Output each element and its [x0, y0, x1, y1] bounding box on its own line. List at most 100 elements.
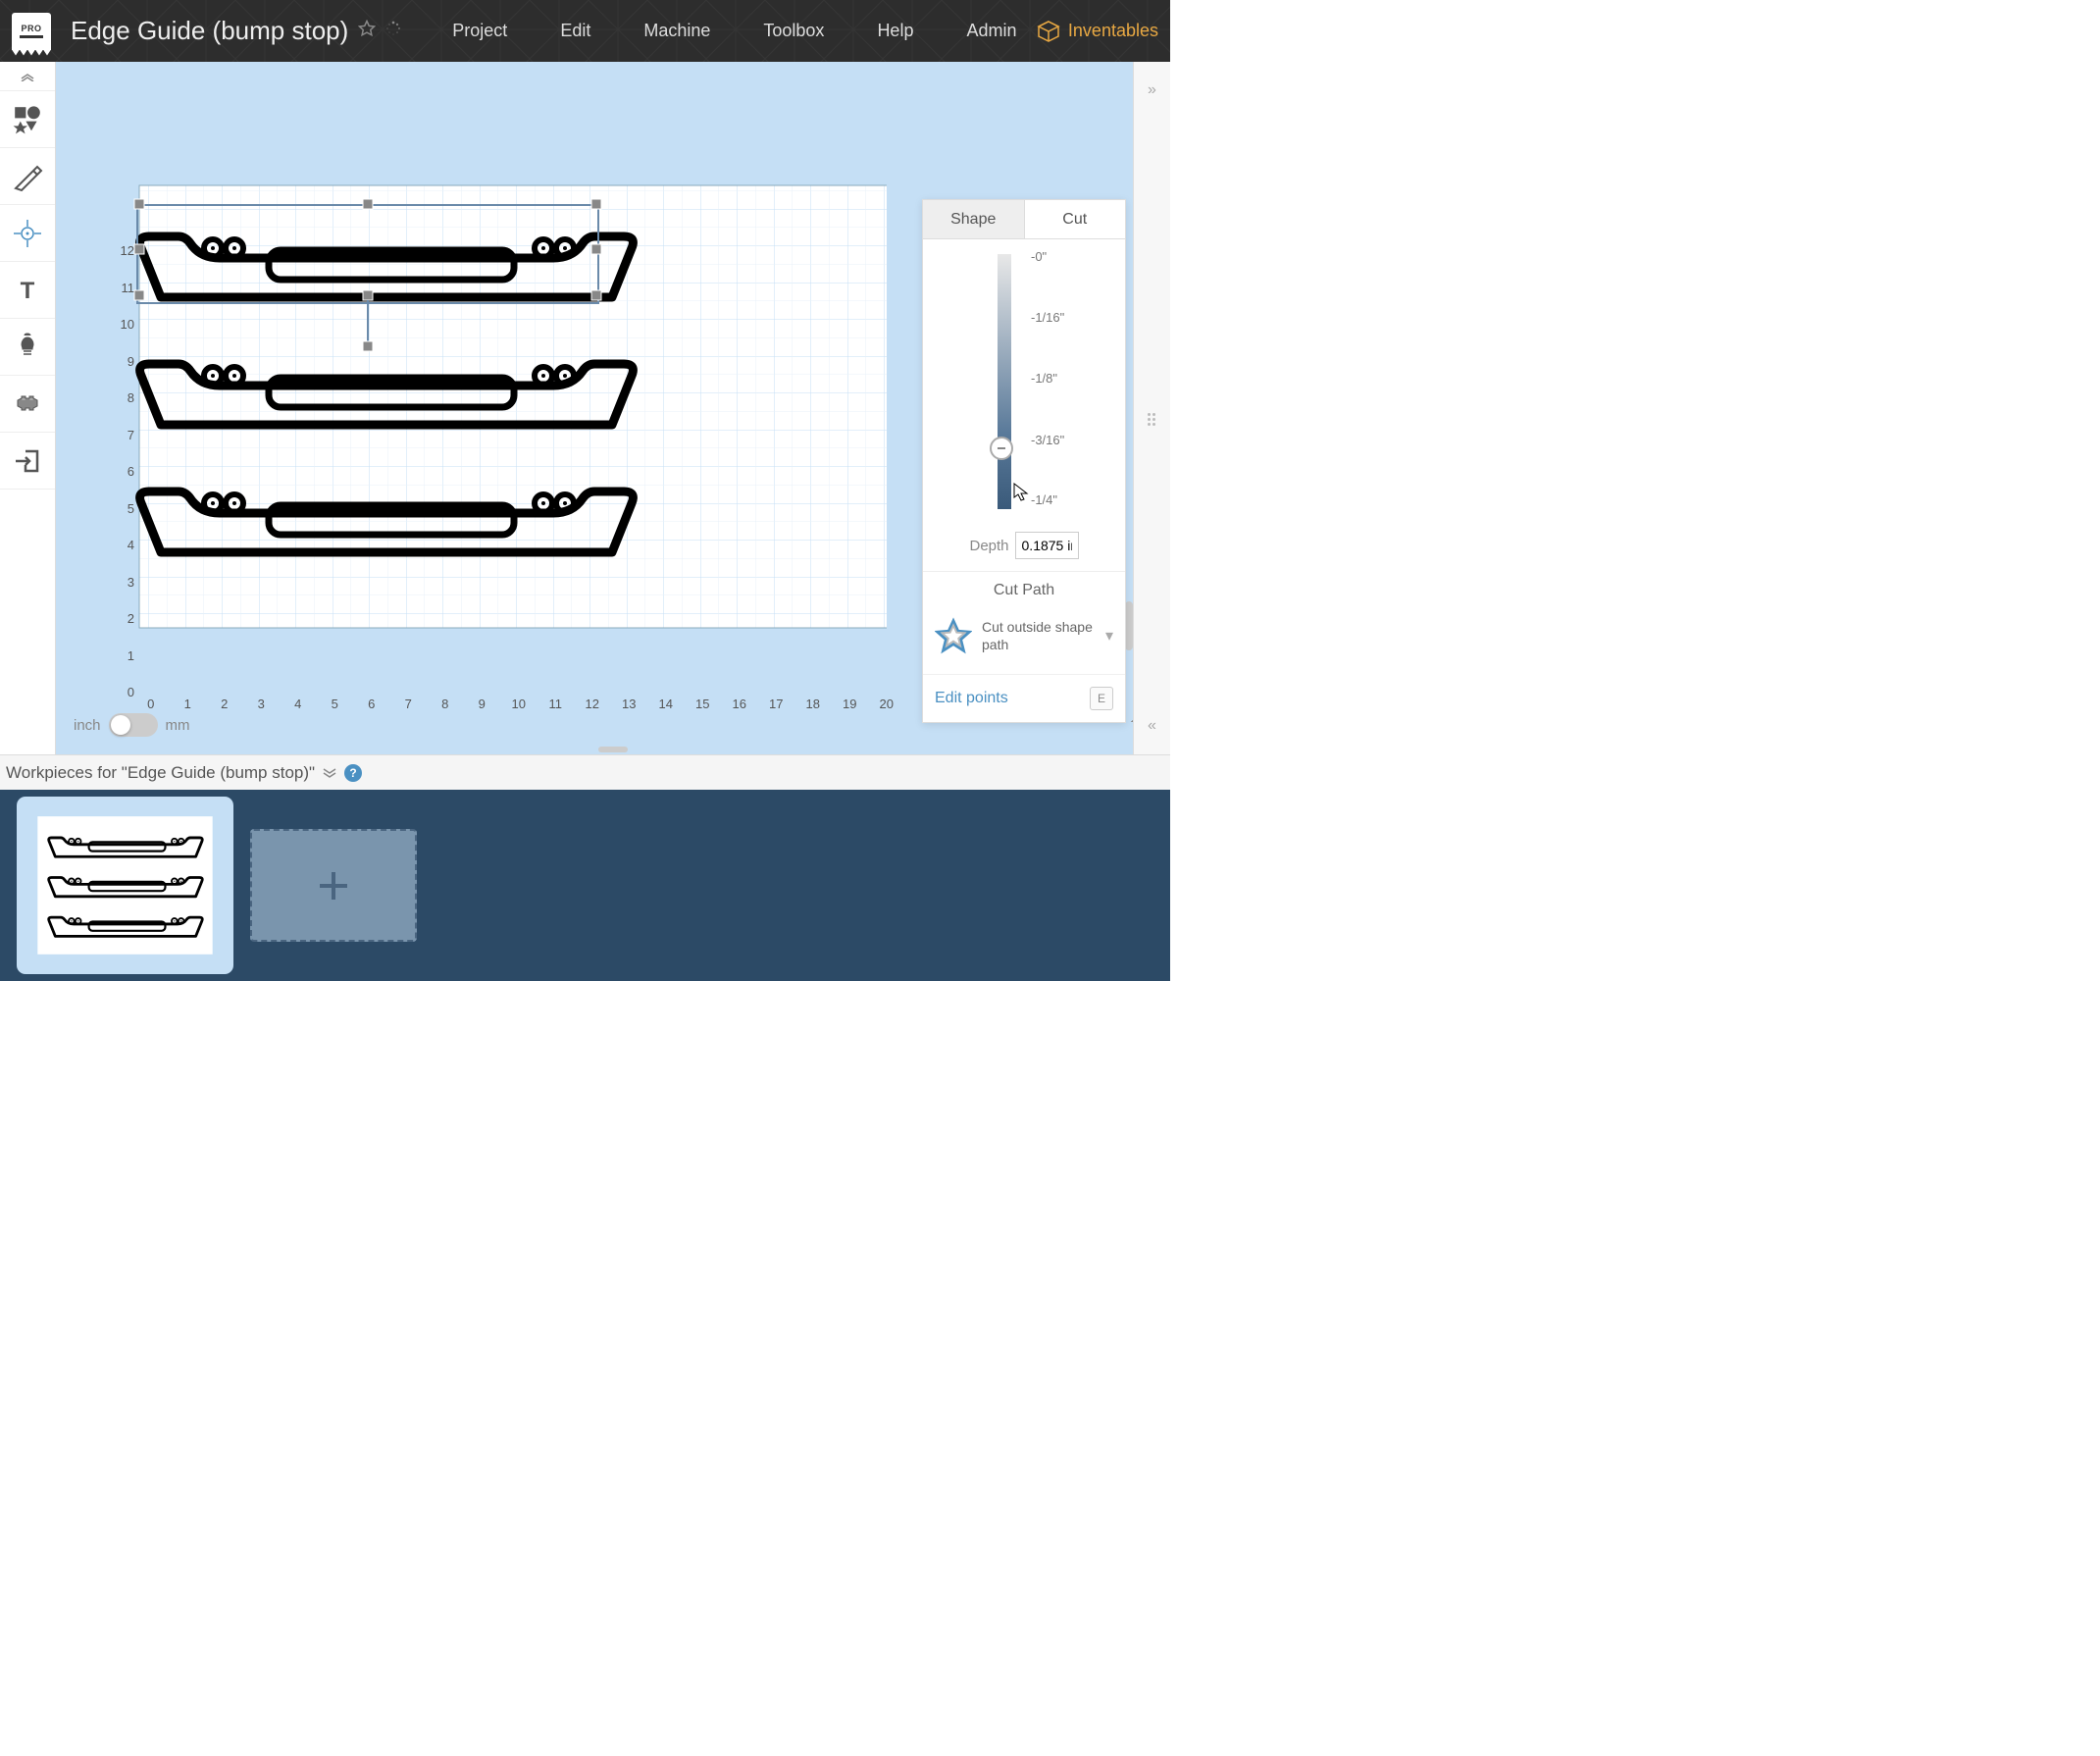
pro-text: PRO	[21, 24, 41, 33]
mouse-cursor-icon	[1013, 483, 1029, 502]
collapse-toolbar-button[interactable]	[0, 62, 55, 91]
x-tick: 6	[353, 697, 390, 711]
menu-help[interactable]: Help	[865, 13, 925, 49]
top-menubar: PRO Edge Guide (bump stop) Project Edit …	[0, 0, 1170, 62]
menu-machine[interactable]: Machine	[632, 13, 722, 49]
plus-icon	[312, 864, 355, 907]
y-tick: 5	[115, 501, 134, 539]
tab-shape[interactable]: Shape	[923, 200, 1025, 239]
menu-edit[interactable]: Edit	[548, 13, 602, 49]
cut-path-header: Cut Path	[923, 571, 1125, 609]
menu-admin[interactable]: Admin	[954, 13, 1028, 49]
depth-input[interactable]	[1015, 532, 1079, 559]
x-tick: 12	[574, 697, 611, 711]
y-tick: 2	[115, 611, 134, 648]
loading-spinner-icon	[385, 21, 401, 41]
depth-tick-3: -3/16"	[1031, 433, 1064, 447]
inspector-tabs: Shape Cut	[923, 200, 1125, 239]
project-title[interactable]: Edge Guide (bump stop)	[71, 16, 348, 46]
y-tick: 11	[115, 281, 134, 318]
y-tick: 4	[115, 538, 134, 575]
cut-outside-icon	[935, 617, 972, 654]
x-tick: 13	[611, 697, 648, 711]
edit-points-shortcut: E	[1090, 687, 1113, 710]
svg-text:T: T	[21, 278, 35, 304]
workpieces-help-icon[interactable]: ?	[344, 764, 362, 782]
depth-tick-1: -1/16"	[1031, 310, 1064, 325]
workpiece-thumbnail-1[interactable]	[20, 800, 230, 971]
x-tick: 1	[170, 697, 207, 711]
x-tick: 18	[794, 697, 832, 711]
pro-badge: PRO	[12, 13, 51, 50]
import-tool[interactable]	[0, 433, 55, 490]
expand-bottom-panel[interactable]: «	[1138, 707, 1166, 745]
shapes-tool[interactable]	[0, 91, 55, 148]
unit-toggle-switch[interactable]	[109, 713, 158, 737]
y-tick: 12	[115, 243, 134, 281]
workpieces-label: Workpieces for "Edge Guide (bump stop)"	[6, 763, 315, 783]
x-tick: 14	[647, 697, 685, 711]
edit-points-button[interactable]: Edit points	[935, 690, 1008, 707]
edit-points-section: Edit points E	[923, 674, 1125, 722]
easel-icon	[20, 35, 43, 38]
workpieces-collapse-icon[interactable]	[323, 763, 336, 783]
unit-inch-label: inch	[74, 717, 101, 734]
canvas-grid	[112, 62, 887, 749]
y-tick: 7	[115, 428, 134, 465]
main-menu: Project Edit Machine Toolbox Help Admin	[440, 13, 1028, 49]
depth-tick-2: -1/8"	[1031, 371, 1057, 386]
tab-cut[interactable]: Cut	[1025, 200, 1126, 239]
ruler-y: 12 11 10 9 8 7 6 5 4 3 2 1 0	[115, 243, 134, 722]
crosshair-tool[interactable]	[0, 205, 55, 262]
workpieces-header[interactable]: Workpieces for "Edge Guide (bump stop)" …	[0, 754, 1170, 790]
cut-path-label: Cut outside shape path	[982, 618, 1096, 653]
workspace: T	[0, 62, 1170, 754]
depth-tick-0: -0"	[1031, 249, 1047, 264]
y-tick: 1	[115, 648, 134, 686]
workpieces-tray	[0, 790, 1170, 981]
x-tick: 4	[280, 697, 317, 711]
menu-project[interactable]: Project	[440, 13, 519, 49]
y-tick: 10	[115, 317, 134, 354]
pen-tool[interactable]	[0, 148, 55, 205]
add-workpiece-button[interactable]	[250, 829, 417, 942]
y-tick: 3	[115, 575, 134, 612]
expand-3d-preview[interactable]: »	[1138, 72, 1166, 109]
x-tick: 10	[500, 697, 538, 711]
x-tick: 19	[832, 697, 869, 711]
y-tick: 6	[115, 464, 134, 501]
x-tick: 8	[427, 697, 464, 711]
y-tick: 9	[115, 354, 134, 391]
depth-slider-track[interactable]	[998, 254, 1011, 509]
x-tick: 3	[243, 697, 281, 711]
depth-tick-4: -1/4"	[1031, 492, 1057, 507]
favorite-star-icon[interactable]	[358, 20, 376, 42]
depth-slider-handle[interactable]	[990, 437, 1013, 460]
x-tick: 5	[317, 697, 354, 711]
text-tool[interactable]: T	[0, 262, 55, 319]
chevron-down-icon[interactable]: ▾	[1105, 626, 1113, 646]
cut-path-selector[interactable]: Cut outside shape path ▾	[923, 609, 1125, 668]
depth-input-row: Depth	[923, 524, 1125, 571]
x-tick: 0	[132, 697, 170, 711]
depth-label: Depth	[969, 538, 1008, 554]
apps-tool[interactable]	[0, 319, 55, 376]
sidebar-drag-handle[interactable]	[1148, 413, 1157, 426]
x-tick: 15	[685, 697, 722, 711]
y-tick: 8	[115, 390, 134, 428]
panel-resize-handle[interactable]	[598, 747, 628, 752]
x-tick: 16	[721, 697, 758, 711]
depth-slider[interactable]: -0" -1/16" -1/8" -3/16" -1/4"	[923, 239, 1125, 524]
blocks-tool[interactable]	[0, 376, 55, 433]
inventables-logo-icon	[1037, 20, 1060, 43]
x-tick: 9	[464, 697, 501, 711]
x-tick: 20	[868, 697, 905, 711]
ruler-x: 0 1 2 3 4 5 6 7 8 9 10 11 12 13 14 15 16…	[132, 697, 905, 711]
unit-toggle[interactable]: inch mm	[74, 713, 190, 737]
x-tick: 11	[538, 697, 575, 711]
x-tick: 7	[390, 697, 428, 711]
brand-link[interactable]: Inventables	[1037, 20, 1158, 43]
x-tick: 17	[758, 697, 795, 711]
preview-scrollbar[interactable]	[1125, 601, 1133, 650]
menu-toolbox[interactable]: Toolbox	[751, 13, 836, 49]
